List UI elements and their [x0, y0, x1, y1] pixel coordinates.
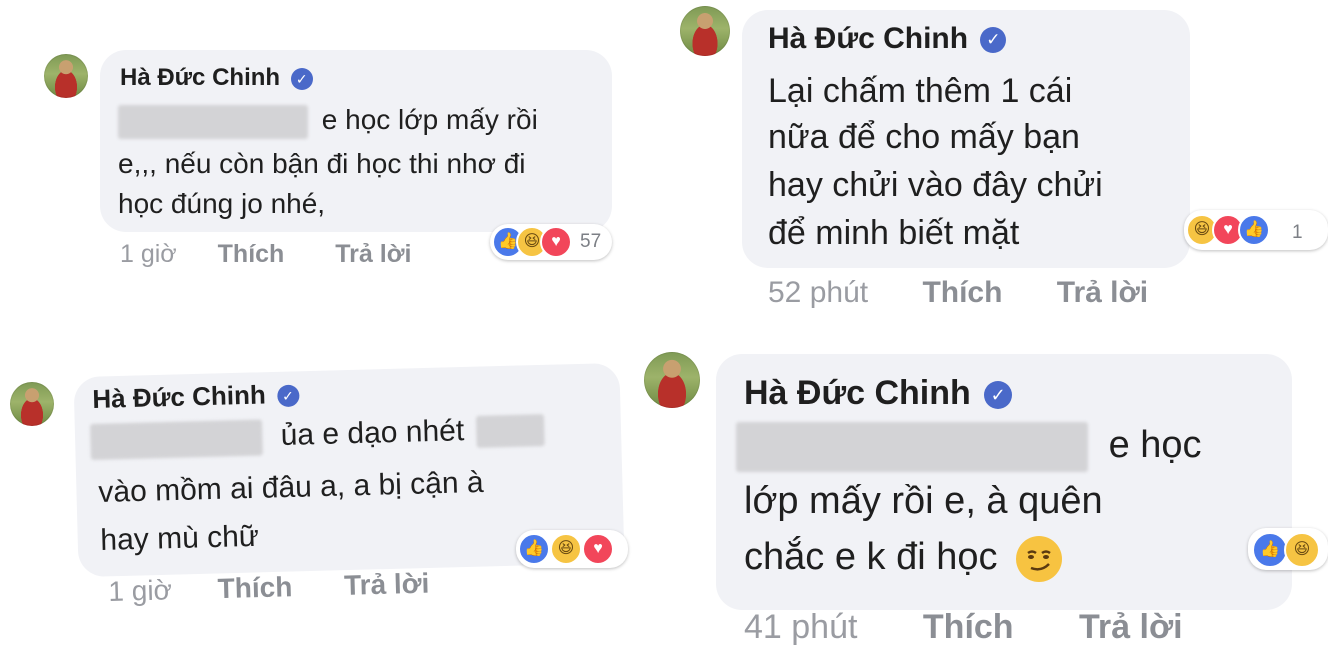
timestamp[interactable]: 1 giờ [108, 574, 172, 607]
comment-meta: 52 phút Thích Trả lời [768, 276, 1148, 310]
like-button[interactable]: Thích [923, 608, 1014, 646]
reply-button[interactable]: Trả lời [1057, 276, 1148, 309]
reaction-count: 57 [580, 231, 602, 252]
like-reaction-icon: 👍 [1252, 532, 1288, 568]
reply-button[interactable]: Trả lời [344, 568, 430, 601]
comment-text-line: e,,, nếu còn bận đi học thi nhơ đi [118, 148, 526, 179]
timestamp[interactable]: 1 giờ [120, 240, 177, 268]
comment-2: Hà Đức Chinh ✓ Lại chấm thêm 1 cái nữa đ… [660, 0, 1328, 320]
blurred-mention [476, 414, 545, 448]
reply-button[interactable]: Trả lời [1079, 608, 1183, 646]
comment-text-line: Lại chấm thêm 1 cái [768, 72, 1073, 110]
blurred-mention [736, 422, 1088, 472]
comment-3: Hà Đức Chinh ✓ ủa e dạo nhét vào mồm ai … [0, 340, 640, 660]
comment-1: Hà Đức Chinh ✓ e học lớp mấy rồi e,,, nế… [0, 0, 640, 290]
avatar[interactable] [644, 352, 700, 408]
comment-text-line: e học lớp mấy rồi [118, 104, 538, 139]
like-reaction-icon: 👍 [1238, 214, 1270, 246]
author-name[interactable]: Hà Đức Chinh ✓ [120, 64, 313, 92]
avatar[interactable] [680, 6, 730, 56]
comment-meta: 41 phút Thích Trả lời [744, 608, 1183, 647]
comment-text-line: e học [736, 422, 1202, 472]
haha-reaction-icon: 😆 [1284, 532, 1320, 568]
comment-text-line: học đúng jo nhé, [118, 188, 326, 219]
reaction-count: 1 [1292, 222, 1303, 243]
avatar[interactable] [10, 382, 54, 426]
smirking-face-emoji [1016, 536, 1063, 582]
haha-reaction-icon: 😆 [550, 533, 582, 565]
like-button[interactable]: Thích [217, 571, 292, 604]
author-name[interactable]: Hà Đức Chinh ✓ [744, 374, 1013, 413]
comment-4: Hà Đức Chinh ✓ e học lớp mấy rồi e, à qu… [640, 340, 1328, 660]
comment-meta: 1 giờ Thích Trả lời [120, 240, 411, 269]
blurred-mention [118, 104, 308, 139]
comment-text-line: hay mù chữ [100, 519, 260, 557]
love-reaction-icon: ♥ [582, 533, 614, 565]
verified-badge-icon: ✓ [980, 27, 1007, 54]
like-reaction-icon: 👍 [518, 533, 550, 565]
blurred-mention [90, 419, 263, 461]
love-reaction-icon: ♥ [540, 226, 572, 258]
like-button[interactable]: Thích [922, 276, 1002, 309]
comment-text-line: để minh biết mặt [768, 214, 1020, 252]
reply-button[interactable]: Trả lời [335, 240, 411, 268]
timestamp[interactable]: 41 phút [744, 608, 857, 646]
verified-badge-icon: ✓ [984, 381, 1013, 410]
comment-text-line: nữa để cho mấy bạn [768, 118, 1080, 156]
like-button[interactable]: Thích [218, 240, 285, 268]
timestamp[interactable]: 52 phút [768, 276, 868, 309]
author-name[interactable]: Hà Đức Chinh ✓ [768, 22, 1007, 56]
comment-text-line: hay chửi vào đây chửi [768, 166, 1103, 204]
author-name[interactable]: Hà Đức Chinh ✓ [92, 379, 300, 415]
verified-badge-icon: ✓ [290, 67, 313, 90]
verified-badge-icon: ✓ [276, 384, 300, 408]
avatar[interactable] [44, 54, 88, 98]
comment-text-line: chắc e k đi học [744, 536, 1063, 582]
comment-text-line: lớp mấy rồi e, à quên [744, 480, 1103, 522]
